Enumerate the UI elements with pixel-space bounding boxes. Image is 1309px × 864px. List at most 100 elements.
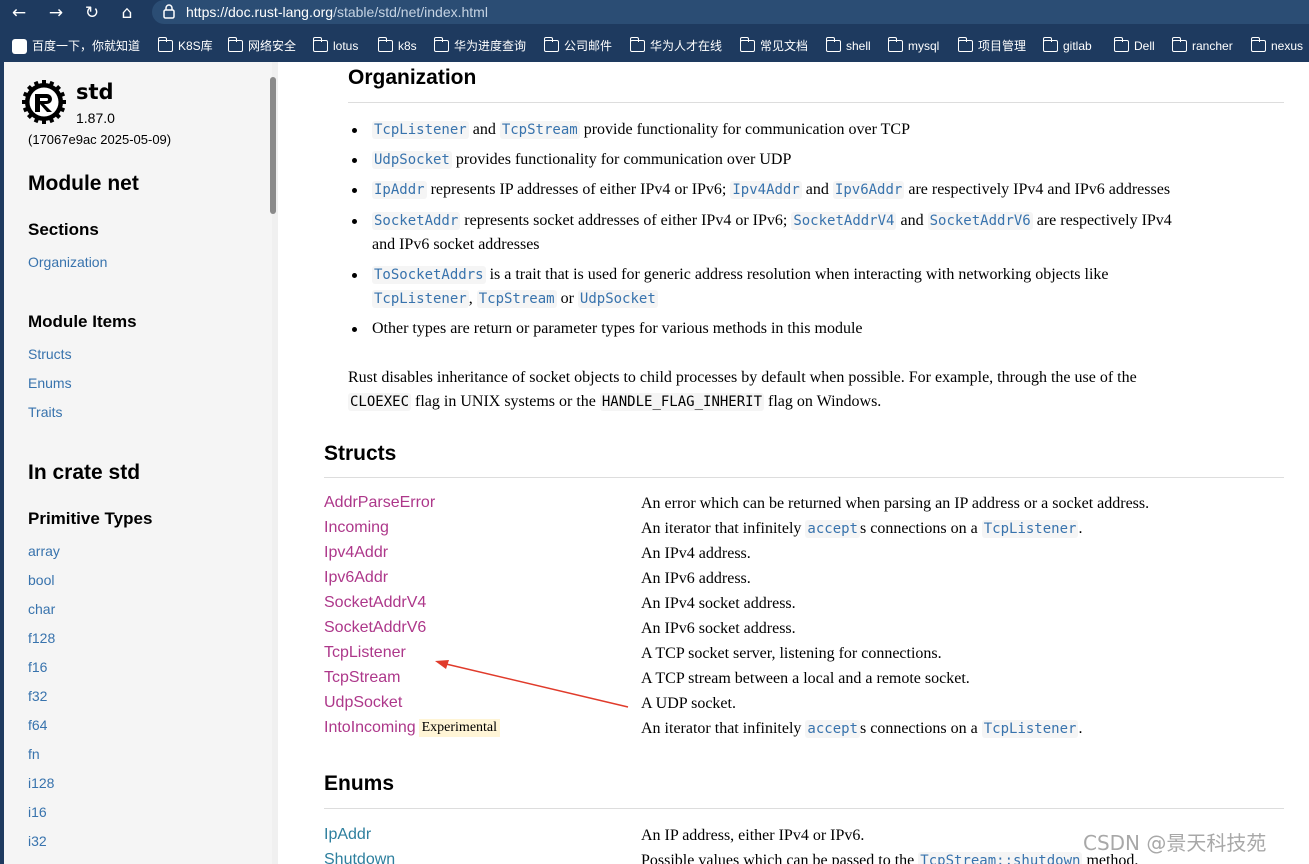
bookmark-item[interactable]: mysql: [887, 37, 939, 55]
struct-name[interactable]: UdpSocket: [324, 694, 402, 711]
folder-icon: [629, 37, 645, 52]
enum-link[interactable]: Shutdown: [324, 851, 395, 864]
bullet-marker: [352, 188, 357, 193]
code-link[interactable]: Ipv4Addr: [730, 181, 802, 199]
struct-name[interactable]: SocketAddrV4: [324, 594, 426, 611]
struct-name[interactable]: Incoming: [324, 519, 389, 536]
bookmark-label: 常见文档: [760, 39, 809, 53]
sidebar-item-primitive[interactable]: f64: [28, 717, 47, 733]
struct-link[interactable]: Ipv4Addr: [324, 544, 388, 562]
organization-heading[interactable]: Organization: [348, 66, 476, 90]
sidebar-item-organization[interactable]: Organization: [28, 254, 107, 270]
code-link[interactable]: SocketAddrV4: [791, 212, 897, 230]
forward-arrow-icon[interactable]: →: [45, 2, 67, 24]
code-link[interactable]: TcpListener: [981, 520, 1079, 538]
primitive-types-heading[interactable]: Primitive Types: [28, 509, 152, 529]
bookmark-item[interactable]: Dell: [1113, 37, 1155, 55]
struct-link[interactable]: TcpStream: [324, 669, 400, 687]
heading-divider: [348, 102, 1284, 103]
bookmark-item[interactable]: gitlab: [1042, 37, 1092, 55]
sidebar-item-primitive[interactable]: i16: [28, 804, 47, 820]
bookmark-item[interactable]: 华为人才在线: [629, 37, 722, 55]
crate-name[interactable]: std: [76, 80, 114, 104]
sidebar-item-primitive[interactable]: f16: [28, 659, 47, 675]
struct-link[interactable]: Incoming: [324, 519, 389, 537]
code-link[interactable]: TcpListener: [981, 720, 1079, 738]
code-link[interactable]: accept: [805, 720, 860, 738]
bookmark-item[interactable]: nexus: [1250, 37, 1303, 55]
sidebar-item-primitive[interactable]: f128: [28, 630, 55, 646]
code-link[interactable]: TcpListener: [372, 121, 469, 139]
code-link[interactable]: TcpStream: [476, 290, 557, 308]
module-title[interactable]: Module net: [28, 172, 139, 196]
struct-name[interactable]: TcpStream: [324, 669, 400, 686]
structs-heading[interactable]: Structs: [324, 442, 396, 466]
struct-link[interactable]: IntoIncoming Experimental: [324, 719, 501, 737]
struct-name[interactable]: AddrParseError: [324, 494, 435, 511]
crate-heading[interactable]: In crate std: [28, 461, 140, 485]
code-link[interactable]: Ipv6Addr: [832, 181, 905, 199]
struct-link[interactable]: AddrParseError: [324, 494, 435, 512]
struct-link[interactable]: SocketAddrV6: [324, 619, 426, 637]
text-segment: A TCP stream between a local and a remot…: [641, 670, 970, 687]
address-bar[interactable]: https://doc.rust-lang.org/stable/std/net…: [152, 0, 1309, 24]
struct-link[interactable]: Ipv6Addr: [324, 569, 388, 587]
sidebar-item-primitive[interactable]: char: [28, 601, 55, 617]
bookmark-item[interactable]: shell: [825, 37, 871, 55]
code-link[interactable]: UdpSocket: [577, 290, 658, 308]
code-link[interactable]: IpAddr: [372, 181, 427, 199]
bookmark-item[interactable]: 网络安全: [227, 37, 296, 55]
bookmark-label: Dell: [1134, 39, 1155, 53]
sidebar-item-traits[interactable]: Traits: [28, 404, 62, 420]
bookmark-item[interactable]: 公司邮件: [543, 37, 612, 55]
struct-link[interactable]: UdpSocket: [324, 694, 402, 712]
sidebar-item-primitive[interactable]: f32: [28, 688, 47, 704]
struct-name[interactable]: IntoIncoming: [324, 719, 416, 736]
bookmark-item[interactable]: 华为进度查询: [433, 37, 526, 55]
url-text[interactable]: https://doc.rust-lang.org/stable/std/net…: [186, 4, 488, 20]
enum-link[interactable]: IpAddr: [324, 826, 371, 844]
sidebar-item-primitive[interactable]: fn: [28, 746, 40, 762]
text-segment: flag on Windows.: [764, 393, 882, 410]
code-link[interactable]: UdpSocket: [372, 151, 452, 169]
sidebar-item-structs[interactable]: Structs: [28, 346, 72, 362]
bookmark-item[interactable]: lotus: [312, 37, 358, 55]
bookmark-item[interactable]: K8S库: [157, 37, 213, 55]
text-segment: An IPv6 address.: [641, 570, 751, 587]
code-link[interactable]: SocketAddr: [372, 212, 461, 230]
struct-link[interactable]: SocketAddrV4: [324, 594, 426, 612]
bookmark-item[interactable]: k8s: [377, 37, 417, 55]
struct-description: An error which can be returned when pars…: [641, 495, 1149, 513]
list-item: TcpListener and TcpStream provide functi…: [372, 118, 1284, 142]
bookmark-item[interactable]: rancher: [1171, 37, 1233, 55]
code-link[interactable]: TcpStream::shutdown: [918, 852, 1083, 864]
bookmark-item[interactable]: 项目管理: [957, 37, 1026, 55]
sidebar-scrollbar-thumb[interactable]: [270, 77, 276, 214]
sidebar-item-primitive[interactable]: i128: [28, 775, 54, 791]
struct-name[interactable]: Ipv4Addr: [324, 544, 388, 561]
code-link[interactable]: TcpListener: [372, 290, 469, 308]
code-link[interactable]: TcpStream: [499, 121, 580, 139]
home-icon[interactable]: ⌂: [116, 2, 138, 24]
struct-description: An IPv4 socket address.: [641, 595, 796, 613]
code-link[interactable]: ToSocketAddrs: [372, 266, 486, 284]
sidebar-item-primitive[interactable]: bool: [28, 572, 54, 588]
text-segment: .: [1078, 520, 1083, 537]
reload-icon[interactable]: ↻: [81, 2, 103, 24]
rust-logo-icon[interactable]: [21, 79, 67, 125]
struct-name[interactable]: Ipv6Addr: [324, 569, 388, 586]
struct-link[interactable]: TcpListener: [324, 644, 406, 662]
bookmark-item[interactable]: 常见文档: [739, 37, 809, 55]
sidebar-item-enums[interactable]: Enums: [28, 375, 72, 391]
code-link[interactable]: SocketAddrV6: [927, 212, 1033, 230]
lock-icon: [163, 4, 175, 19]
back-arrow-icon[interactable]: ←: [8, 2, 30, 24]
struct-name[interactable]: SocketAddrV6: [324, 619, 426, 636]
enums-heading[interactable]: Enums: [324, 772, 394, 796]
text-segment: Rust disables inheritance of socket obje…: [348, 369, 1137, 386]
struct-name[interactable]: TcpListener: [324, 644, 406, 661]
code-link[interactable]: accept: [805, 520, 860, 538]
sidebar-item-primitive[interactable]: array: [28, 543, 60, 559]
sidebar-item-primitive[interactable]: i32: [28, 833, 47, 849]
bookmark-item[interactable]: 百度一下，你就知道: [12, 37, 140, 55]
